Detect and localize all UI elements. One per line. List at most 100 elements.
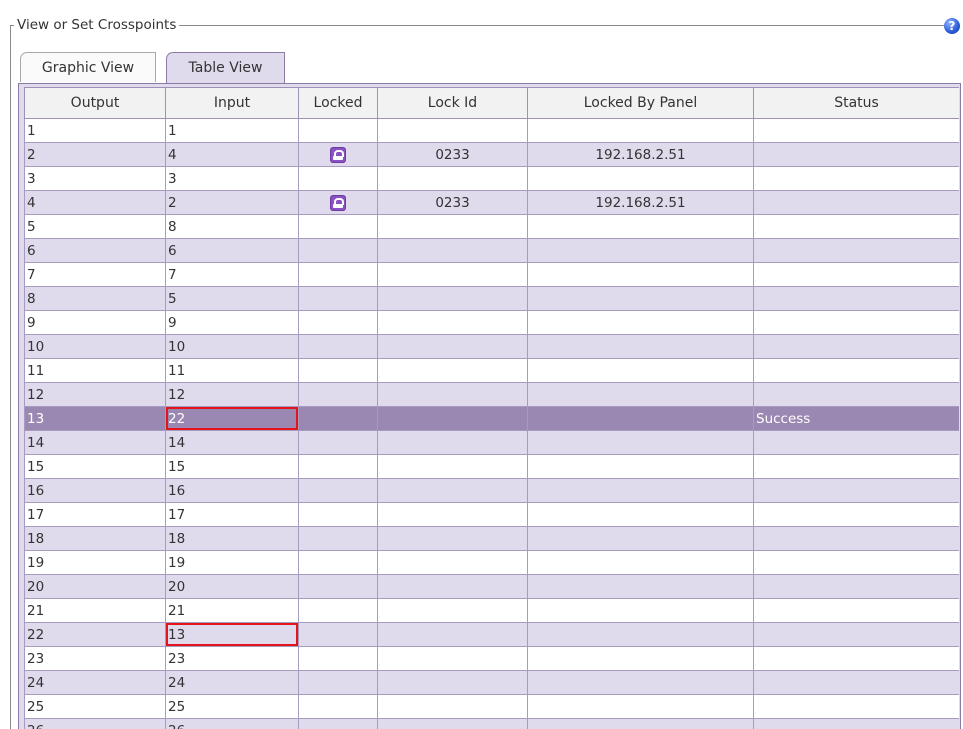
cell-input[interactable]: 13: [165, 622, 299, 647]
cell-input[interactable]: 8: [165, 214, 299, 239]
cell-output[interactable]: 9: [24, 310, 166, 335]
cell-locked-by-panel[interactable]: [527, 670, 754, 695]
cell-status[interactable]: [753, 214, 959, 239]
cell-output[interactable]: 15: [24, 454, 166, 479]
cell-locked-by-panel[interactable]: 192.168.2.51: [527, 142, 754, 167]
cell-lock-id[interactable]: [377, 502, 528, 527]
cell-status[interactable]: [753, 382, 959, 407]
cell-lock-id[interactable]: [377, 550, 528, 575]
cell-locked[interactable]: [298, 190, 378, 215]
cell-locked-by-panel[interactable]: [527, 622, 754, 647]
cell-lock-id[interactable]: [377, 262, 528, 287]
table-row[interactable]: 10 10: [24, 334, 959, 359]
cell-status[interactable]: [753, 118, 959, 143]
cell-lock-id[interactable]: [377, 574, 528, 599]
cell-status[interactable]: [753, 646, 959, 671]
cell-locked-by-panel[interactable]: [527, 550, 754, 575]
cell-output[interactable]: 14: [24, 430, 166, 455]
cell-locked[interactable]: [298, 286, 378, 311]
cell-lock-id[interactable]: [377, 286, 528, 311]
table-row[interactable]: 11: [24, 118, 959, 143]
cell-input[interactable]: 20: [165, 574, 299, 599]
cell-lock-id[interactable]: [377, 382, 528, 407]
table-row[interactable]: 15 15: [24, 454, 959, 479]
table-row[interactable]: 24 24: [24, 670, 959, 695]
cell-input[interactable]: 7: [165, 262, 299, 287]
cell-lock-id[interactable]: [377, 166, 528, 191]
cell-lock-id[interactable]: [377, 358, 528, 383]
cell-locked-by-panel[interactable]: [527, 334, 754, 359]
cell-input[interactable]: 4: [165, 142, 299, 167]
table-row[interactable]: 19 19: [24, 550, 959, 575]
cell-locked-by-panel[interactable]: [527, 526, 754, 551]
crosspoint-table-container[interactable]: Output Input Locked Lock Id Locked By Pa…: [24, 87, 959, 729]
cell-locked[interactable]: [298, 238, 378, 263]
cell-locked-by-panel[interactable]: [527, 574, 754, 599]
cell-output[interactable]: 18: [24, 526, 166, 551]
cell-status[interactable]: [753, 718, 959, 729]
table-row[interactable]: 16 16: [24, 478, 959, 503]
cell-status[interactable]: [753, 310, 959, 335]
cell-status[interactable]: [753, 358, 959, 383]
cell-input[interactable]: 25: [165, 694, 299, 719]
table-row[interactable]: 13 22 Success: [24, 406, 959, 431]
cell-locked[interactable]: [298, 670, 378, 695]
cell-input[interactable]: 12: [165, 382, 299, 407]
cell-status[interactable]: [753, 142, 959, 167]
cell-output[interactable]: 10: [24, 334, 166, 359]
cell-status[interactable]: [753, 190, 959, 215]
cell-lock-id[interactable]: [377, 622, 528, 647]
cell-locked[interactable]: [298, 550, 378, 575]
cell-locked[interactable]: [298, 214, 378, 239]
cell-status[interactable]: [753, 670, 959, 695]
table-row[interactable]: 20 20: [24, 574, 959, 599]
cell-input[interactable]: 16: [165, 478, 299, 503]
table-row[interactable]: 25 25: [24, 694, 959, 719]
table-row[interactable]: 4 2 0233 192.168.2.51: [24, 190, 959, 215]
column-header-lock-id[interactable]: Lock Id: [377, 87, 528, 119]
cell-output[interactable]: 2: [24, 142, 166, 167]
cell-input[interactable]: 23: [165, 646, 299, 671]
table-row[interactable]: 23 23: [24, 646, 959, 671]
cell-output[interactable]: 16: [24, 478, 166, 503]
cell-locked-by-panel[interactable]: [527, 454, 754, 479]
cell-status[interactable]: [753, 622, 959, 647]
cell-locked-by-panel[interactable]: 192.168.2.51: [527, 190, 754, 215]
cell-lock-id[interactable]: [377, 670, 528, 695]
column-header-locked[interactable]: Locked: [298, 87, 378, 119]
cell-input[interactable]: 3: [165, 166, 299, 191]
table-row[interactable]: 12 12: [24, 382, 959, 407]
cell-output[interactable]: 3: [24, 166, 166, 191]
cell-locked-by-panel[interactable]: [527, 502, 754, 527]
cell-output[interactable]: 11: [24, 358, 166, 383]
cell-locked[interactable]: [298, 382, 378, 407]
cell-input[interactable]: 6: [165, 238, 299, 263]
cell-locked[interactable]: [298, 118, 378, 143]
column-header-status[interactable]: Status: [753, 87, 959, 119]
table-row[interactable]: 33: [24, 166, 959, 191]
cell-locked-by-panel[interactable]: [527, 118, 754, 143]
cell-input[interactable]: 10: [165, 334, 299, 359]
cell-output[interactable]: 1: [24, 118, 166, 143]
cell-output[interactable]: 21: [24, 598, 166, 623]
cell-input[interactable]: 21: [165, 598, 299, 623]
cell-output[interactable]: 25: [24, 694, 166, 719]
cell-input[interactable]: 19: [165, 550, 299, 575]
cell-lock-id[interactable]: [377, 526, 528, 551]
cell-locked-by-panel[interactable]: [527, 598, 754, 623]
cell-locked[interactable]: [298, 646, 378, 671]
cell-output[interactable]: 24: [24, 670, 166, 695]
cell-lock-id[interactable]: [377, 118, 528, 143]
help-icon[interactable]: ?: [944, 18, 960, 34]
table-row[interactable]: 99: [24, 310, 959, 335]
cell-locked-by-panel[interactable]: [527, 214, 754, 239]
cell-locked-by-panel[interactable]: [527, 286, 754, 311]
cell-locked[interactable]: [298, 142, 378, 167]
cell-input[interactable]: 5: [165, 286, 299, 311]
cell-input[interactable]: 11: [165, 358, 299, 383]
tab-graphic-view[interactable]: Graphic View: [20, 52, 156, 82]
cell-lock-id[interactable]: 0233: [377, 190, 528, 215]
table-row[interactable]: 11 11: [24, 358, 959, 383]
cell-locked[interactable]: [298, 454, 378, 479]
cell-locked[interactable]: [298, 166, 378, 191]
